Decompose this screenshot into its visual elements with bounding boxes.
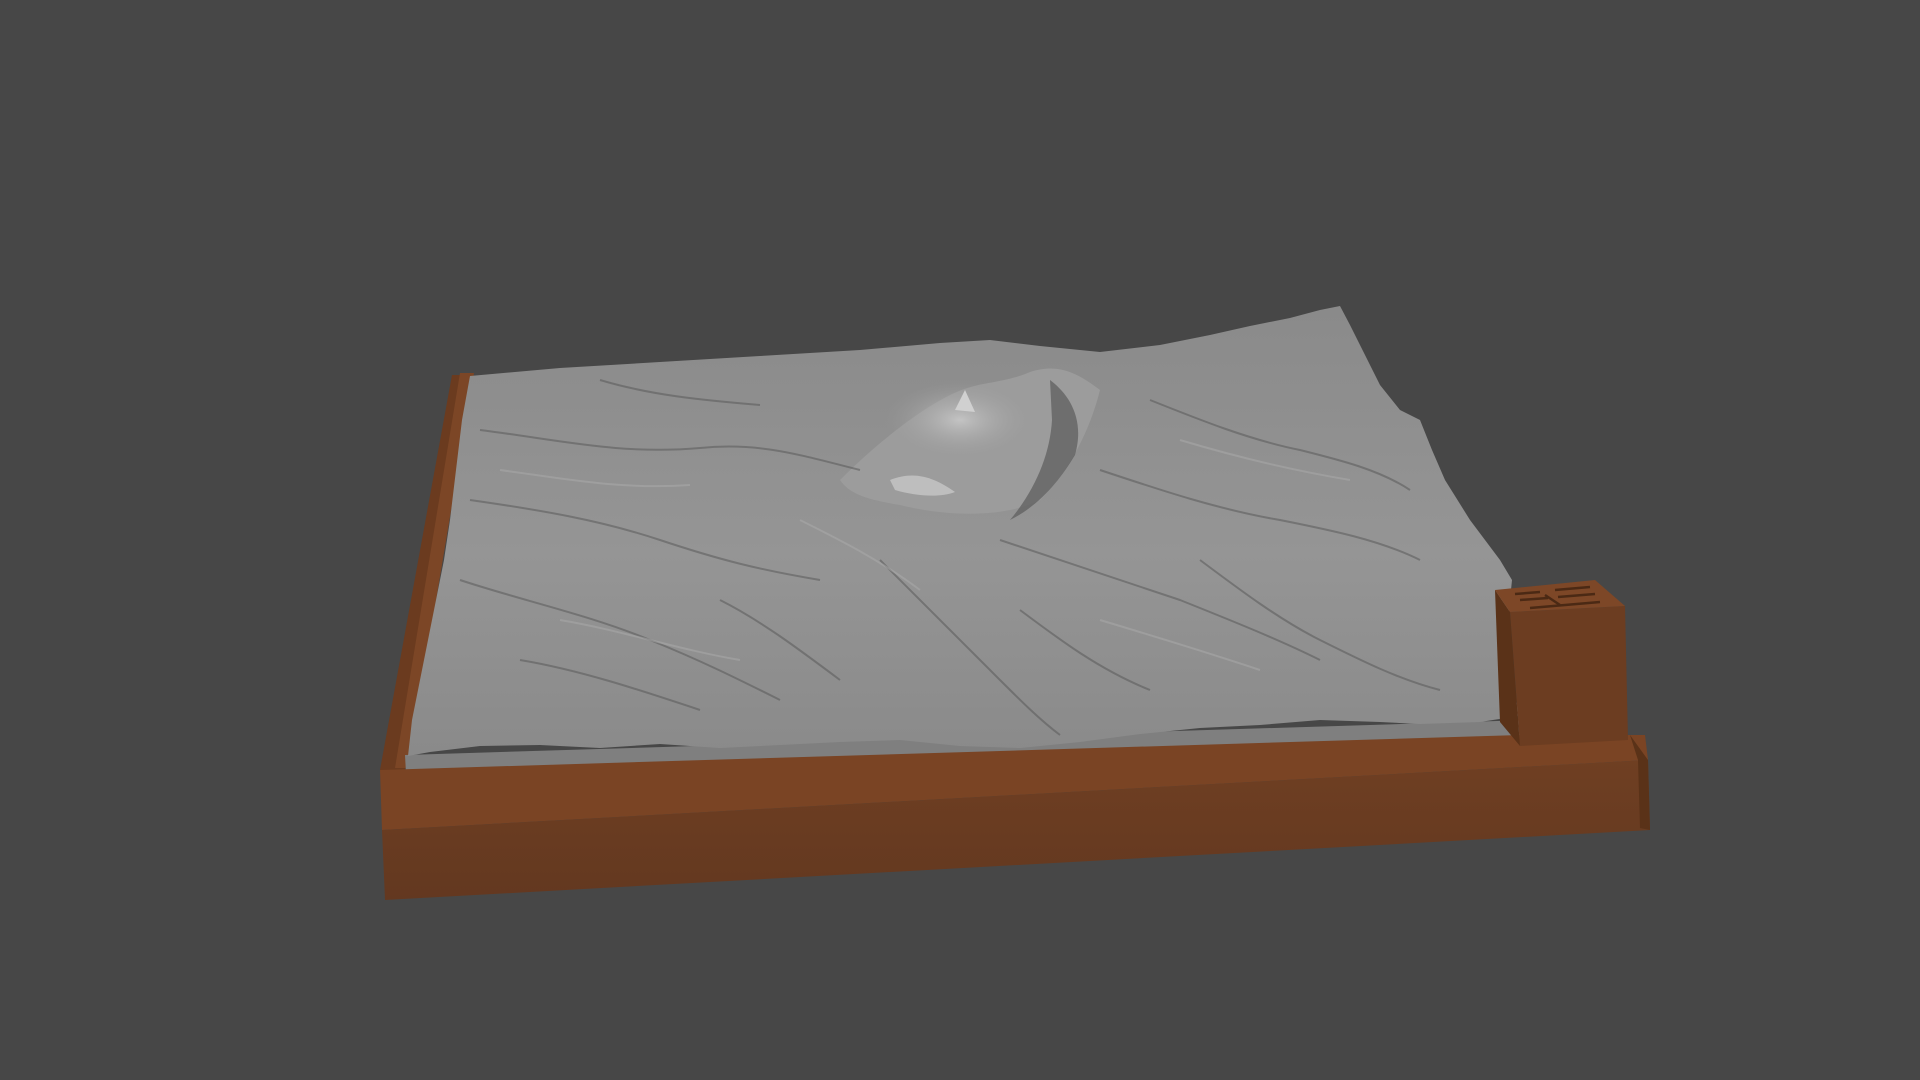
- mountain-highlight: [885, 380, 1035, 460]
- terrain-model-scene: [380, 306, 1650, 900]
- label-block-front: [1510, 606, 1628, 746]
- 3d-viewport[interactable]: [0, 0, 1920, 1080]
- terrain-surface: [408, 306, 1525, 756]
